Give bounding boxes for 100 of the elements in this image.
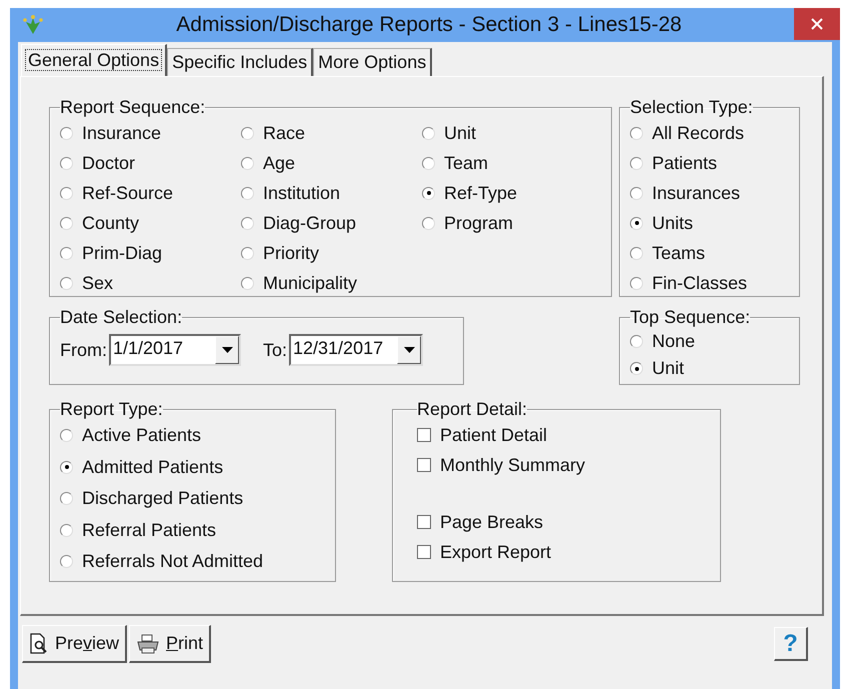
option-label: Patients <box>652 152 718 174</box>
radio-option[interactable]: Age <box>241 148 422 178</box>
dropdown-arrow-icon <box>404 347 415 353</box>
checkbox-option[interactable]: Patient Detail <box>417 420 712 450</box>
option-label: Sex <box>82 272 114 294</box>
radio-button[interactable] <box>422 126 435 140</box>
radio-option[interactable]: Institution <box>241 178 422 208</box>
preview-button[interactable]: Preview <box>22 625 128 663</box>
radio-option[interactable]: Program <box>422 208 603 238</box>
dropdown-arrow-icon <box>222 347 232 353</box>
checkbox[interactable] <box>417 515 431 529</box>
option-label: Institution <box>263 182 340 204</box>
checkbox[interactable] <box>417 428 431 442</box>
option-label: Patient Detail <box>440 424 548 446</box>
option-label: Unit <box>444 122 476 144</box>
radio-option[interactable]: Referrals Not Admitted <box>60 546 327 578</box>
radio-option[interactable]: Units <box>630 208 791 238</box>
radio-option[interactable]: Race <box>241 118 422 148</box>
radio-option[interactable]: Unit <box>630 355 791 382</box>
option-label: Discharged Patients <box>82 488 244 510</box>
option-label: All Records <box>652 122 744 144</box>
radio-button[interactable] <box>60 156 73 170</box>
radio-option[interactable]: Patients <box>630 148 791 178</box>
radio-option[interactable]: Fin-Classes <box>630 268 791 298</box>
radio-button[interactable] <box>630 362 643 375</box>
radio-button[interactable] <box>630 126 643 140</box>
radio-button[interactable] <box>60 555 73 568</box>
option-label: Unit <box>652 358 684 379</box>
radio-option[interactable]: Insurances <box>630 178 791 208</box>
radio-option[interactable]: None <box>630 328 791 355</box>
group-label: Top Sequence: <box>630 307 750 328</box>
option-label: Program <box>444 212 514 234</box>
radio-option[interactable]: County <box>60 208 241 238</box>
radio-button[interactable] <box>630 156 643 170</box>
close-icon <box>811 18 823 30</box>
radio-button[interactable] <box>241 276 254 290</box>
checkbox[interactable] <box>417 458 431 472</box>
checkbox-option[interactable]: Page Breaks <box>417 507 712 537</box>
radio-button[interactable] <box>630 276 643 290</box>
radio-option[interactable]: Admitted Patients <box>60 452 327 483</box>
radio-option[interactable]: Ref-Type <box>422 178 603 208</box>
radio-option[interactable]: Sex <box>60 268 241 298</box>
radio-button[interactable] <box>630 186 643 200</box>
option-label: Active Patients <box>82 425 202 446</box>
option-label: Priority <box>263 242 320 264</box>
radio-button[interactable] <box>630 216 643 230</box>
radio-button[interactable] <box>241 186 254 200</box>
radio-option[interactable]: Municipality <box>241 268 422 298</box>
radio-button[interactable] <box>60 186 73 200</box>
radio-button[interactable] <box>60 276 73 290</box>
date-dropdown[interactable]: 12/31/2017 <box>289 334 424 366</box>
radio-button[interactable] <box>60 126 73 140</box>
radio-option[interactable]: Insurance <box>60 118 241 148</box>
radio-button[interactable] <box>60 524 73 537</box>
group-label: Report Sequence: <box>60 97 206 118</box>
radio-button[interactable] <box>630 246 643 260</box>
radio-option[interactable]: Discharged Patients <box>60 483 327 514</box>
tab[interactable]: General Options <box>21 44 168 76</box>
close-button[interactable] <box>794 8 840 40</box>
radio-option[interactable]: Teams <box>630 238 791 268</box>
radio-button[interactable] <box>422 216 435 230</box>
radio-button[interactable] <box>60 492 73 506</box>
radio-option[interactable]: Priority <box>241 238 422 268</box>
radio-option[interactable]: Team <box>422 148 603 178</box>
radio-button[interactable] <box>241 216 254 230</box>
radio-option[interactable]: Unit <box>422 118 603 148</box>
tab[interactable]: Specific Includes <box>167 48 314 76</box>
option-label: Diag-Group <box>263 212 356 234</box>
help-button[interactable]: ? <box>774 627 808 661</box>
window-title: Admission/Discharge Reports - Section 3 - Lines15-28 <box>175 13 683 37</box>
radio-button[interactable] <box>241 156 254 170</box>
date-dropdown[interactable]: 1/1/2017 <box>109 334 241 366</box>
radio-option[interactable]: All Records <box>630 118 791 148</box>
checkbox-option[interactable]: Monthly Summary <box>417 450 712 480</box>
radio-button[interactable] <box>60 246 73 260</box>
radio-button[interactable] <box>60 429 73 442</box>
radio-option[interactable]: Doctor <box>60 148 241 178</box>
tab[interactable]: More Options <box>313 48 432 76</box>
radio-button[interactable] <box>60 216 73 230</box>
radio-option[interactable]: Prim-Diag <box>60 238 241 268</box>
print-button[interactable]: Print <box>129 625 212 663</box>
radio-button[interactable] <box>630 335 643 348</box>
radio-option[interactable]: Active Patients <box>60 420 327 452</box>
radio-button[interactable] <box>422 156 435 170</box>
checkbox-option[interactable]: Export Report <box>417 537 712 567</box>
app-logo-icon <box>22 14 44 36</box>
option-label: Admitted Patients <box>82 456 224 478</box>
radio-option[interactable]: Diag-Group <box>241 208 422 238</box>
radio-button[interactable] <box>241 246 254 260</box>
radio-option[interactable]: Referral Patients <box>60 514 327 546</box>
checkbox[interactable] <box>417 545 431 559</box>
option-label: Page Breaks <box>440 512 544 532</box>
radio-button[interactable] <box>241 126 254 140</box>
radio-option[interactable]: Ref-Source <box>60 178 241 208</box>
option-label: Units <box>652 212 694 234</box>
option-label: Prim-Diag <box>82 242 162 264</box>
option-label: None <box>652 331 696 352</box>
radio-button[interactable] <box>422 186 435 200</box>
radio-button[interactable] <box>60 460 73 474</box>
option-label: Race <box>263 122 306 144</box>
